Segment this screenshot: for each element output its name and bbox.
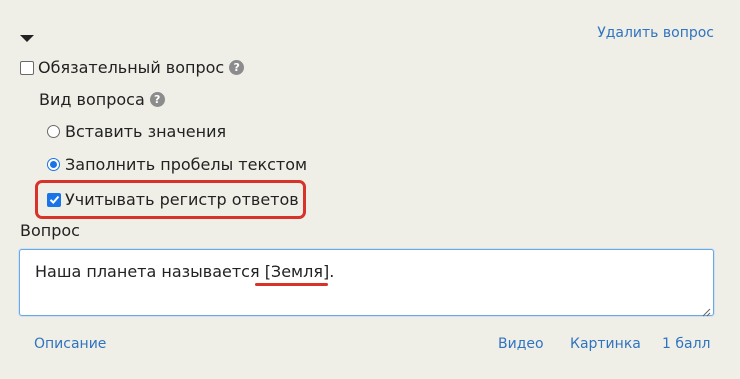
resize-handle-icon[interactable] xyxy=(701,302,711,317)
case-sensitive-row[interactable]: Учитывать регистр ответов xyxy=(47,190,299,209)
question-text: Наша планета называется [Земля]. xyxy=(35,262,335,281)
required-question-row: Обязательный вопрос ? xyxy=(20,58,245,77)
description-link[interactable]: Описание xyxy=(34,336,106,352)
checkmark-icon xyxy=(49,195,59,204)
help-icon[interactable]: ? xyxy=(149,92,165,107)
required-checkbox[interactable] xyxy=(20,60,34,75)
question-type-option-fill[interactable]: Заполнить пробелы текстом xyxy=(47,155,307,174)
option-label: Вставить значения xyxy=(65,122,227,141)
question-label: Вопрос xyxy=(20,221,80,240)
option-label: Заполнить пробелы текстом xyxy=(65,155,308,174)
case-sensitive-label: Учитывать регистр ответов xyxy=(65,190,299,209)
question-type-option-insert[interactable]: Вставить значения xyxy=(47,122,226,141)
radio-button-selected[interactable] xyxy=(47,158,60,171)
image-link[interactable]: Картинка xyxy=(570,336,641,352)
question-type-row: Вид вопроса ? xyxy=(39,90,165,109)
score-link[interactable]: 1 балл xyxy=(662,336,710,352)
question-type-label: Вид вопроса xyxy=(39,90,145,109)
delete-question-link[interactable]: Удалить вопрос xyxy=(597,25,714,41)
question-textarea[interactable] xyxy=(19,249,714,316)
radio-button[interactable] xyxy=(47,125,60,138)
required-label: Обязательный вопрос xyxy=(38,58,225,77)
answer-underline xyxy=(255,283,328,286)
help-icon[interactable]: ? xyxy=(229,60,245,75)
collapse-triangle-icon[interactable] xyxy=(20,28,34,42)
video-link[interactable]: Видео xyxy=(498,336,544,352)
case-sensitive-checkbox[interactable] xyxy=(47,192,61,207)
